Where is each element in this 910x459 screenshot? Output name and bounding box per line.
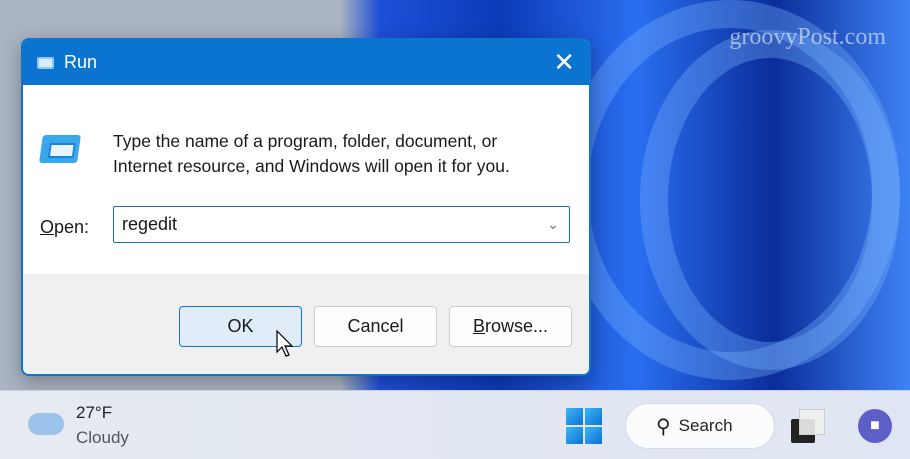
button-bar: OK Cancel Browse... [23,274,589,374]
wallpaper-swirl [640,30,900,370]
taskbar: 27°F Cloudy ⚲ Search ■ [0,390,910,459]
description: Type the name of a program, folder, docu… [113,129,510,179]
mouse-cursor-icon [276,330,294,357]
browse-accesskey: B [472,316,485,336]
weather-condition[interactable]: Cloudy [76,428,129,448]
run-program-icon [39,135,81,163]
description-line: Type the name of a program, folder, docu… [113,131,498,151]
run-dialog: Run ✕ Type the name of a program, folder… [21,38,591,376]
dialog-title: Run [64,52,98,72]
task-view-icon[interactable] [791,409,827,443]
cloud-icon[interactable] [28,413,64,435]
open-input-value[interactable]: regedit [122,214,177,234]
chevron-down-icon[interactable]: ⌄ [547,207,559,242]
title-bar[interactable]: Run ✕ [23,40,589,85]
search-label: Search [678,416,733,435]
weather-temp[interactable]: 27°F [76,403,112,423]
run-icon [37,56,54,69]
browse-label: rowse... [484,316,549,336]
open-label: Open: [40,217,89,238]
open-combobox[interactable]: regedit ⌄ [113,206,570,243]
close-button[interactable]: ✕ [553,48,575,76]
watermark: groovyPost.com [729,24,886,50]
open-label-text: pen: [54,217,90,237]
teams-chat-icon[interactable]: ■ [858,409,892,443]
cancel-button[interactable]: Cancel [314,306,437,347]
taskbar-search-button[interactable]: ⚲ Search [625,403,775,449]
search-icon: ⚲ [656,415,671,438]
description-line: Internet resource, and Windows will open… [113,156,510,176]
windows-start-icon[interactable] [566,408,602,444]
browse-button[interactable]: Browse... [449,306,572,347]
open-label-accesskey: O [40,217,55,237]
